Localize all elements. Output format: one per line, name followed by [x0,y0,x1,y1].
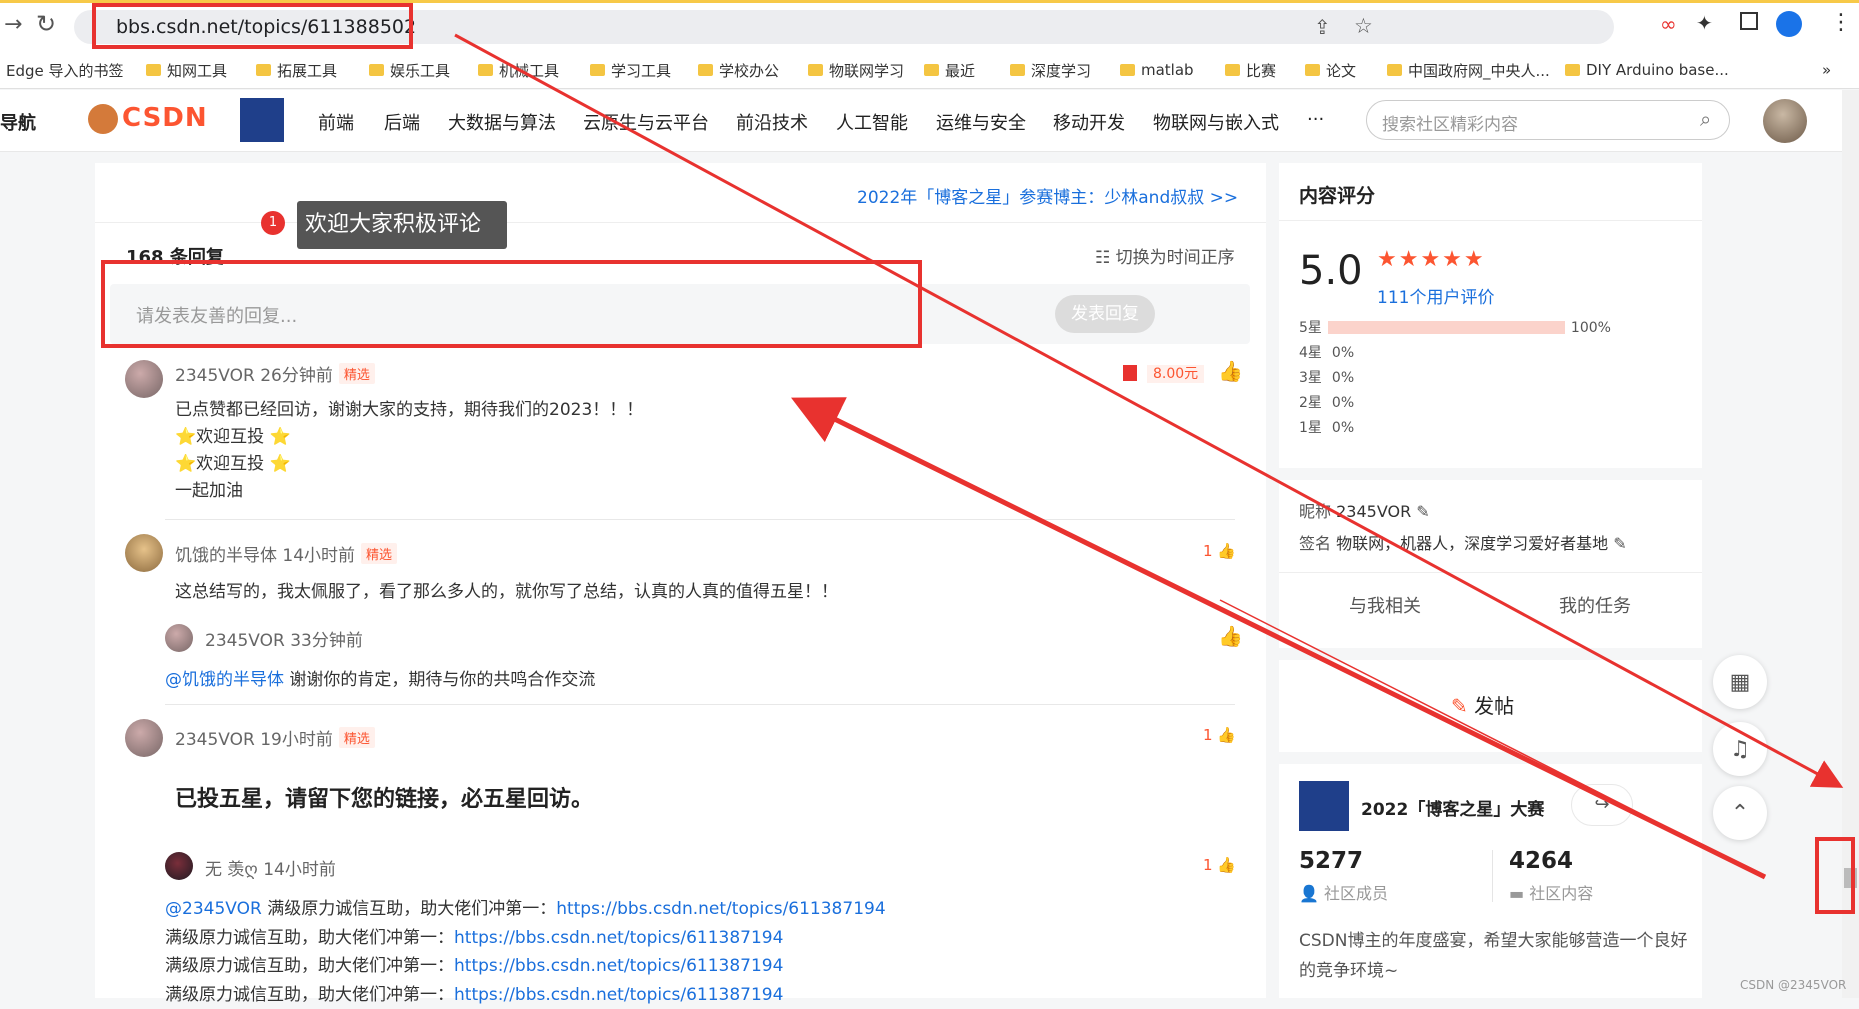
arrow-scroll-to-reply [800,402,1765,877]
arrow-thin [1220,600,1765,877]
arrow-url-to-scroll [455,35,1838,785]
annotation-arrows [0,0,1859,998]
